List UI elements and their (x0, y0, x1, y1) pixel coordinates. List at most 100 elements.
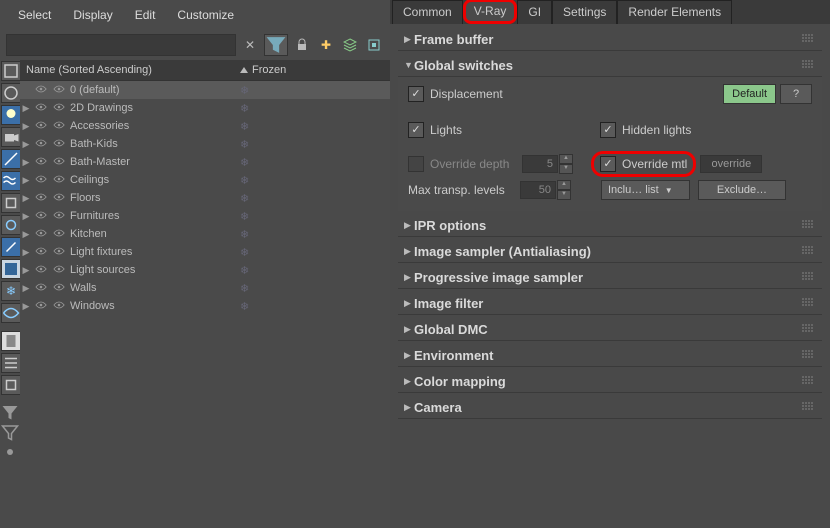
override-depth-checkbox[interactable] (408, 156, 424, 172)
side-icon-dot[interactable] (1, 443, 19, 461)
tab-render-elements[interactable]: Render Elements (617, 0, 732, 24)
visibility-icon[interactable] (32, 156, 50, 168)
exclude-button[interactable]: Exclude… (698, 180, 786, 200)
rollout-environment[interactable]: ▶Environment (398, 344, 822, 367)
frozen-cell[interactable]: ❄ (190, 210, 390, 223)
layer-row[interactable]: ▶Walls❄ (20, 279, 390, 297)
layer-row[interactable]: ▶Floors❄ (20, 189, 390, 207)
visibility-icon-2[interactable] (50, 246, 68, 258)
expand-icon[interactable]: ▶ (20, 139, 32, 150)
visibility-icon-2[interactable] (50, 192, 68, 204)
frozen-cell[interactable]: ❄ (190, 228, 390, 241)
frozen-cell[interactable]: ❄ (190, 282, 390, 295)
visibility-icon[interactable] (32, 210, 50, 222)
frozen-cell[interactable]: ❄ (190, 102, 390, 115)
side-icon-ruler[interactable] (1, 149, 21, 169)
visibility-icon[interactable] (32, 228, 50, 240)
visibility-icon[interactable] (32, 300, 50, 312)
rollout-progressive[interactable]: ▶Progressive image sampler (398, 266, 822, 289)
rollout-global-dmc[interactable]: ▶Global DMC (398, 318, 822, 341)
rollout-image-sampler[interactable]: ▶Image sampler (Antialiasing) (398, 240, 822, 263)
menu-customize[interactable]: Customize (167, 6, 244, 24)
expand-icon[interactable] (364, 35, 384, 55)
tab-vray[interactable]: V-Ray (463, 0, 518, 24)
rollout-camera[interactable]: ▶Camera (398, 396, 822, 419)
expand-icon[interactable]: ▶ (20, 229, 32, 240)
max-transp-spinner[interactable]: 50▲▼ (520, 180, 571, 200)
rollout-global-switches[interactable]: ▼Global switches (398, 54, 822, 77)
layer-row[interactable]: ▶Light fixtures❄ (20, 243, 390, 261)
frozen-cell[interactable]: ❄ (190, 156, 390, 169)
visibility-icon[interactable] (32, 138, 50, 150)
tab-common[interactable]: Common (392, 0, 463, 24)
tab-gi[interactable]: GI (517, 0, 552, 24)
default-button[interactable]: Default (723, 84, 776, 104)
layer-row[interactable]: ▶Ceilings❄ (20, 171, 390, 189)
visibility-icon-2[interactable] (50, 282, 68, 294)
frozen-cell[interactable]: ❄ (190, 192, 390, 205)
displacement-checkbox[interactable] (408, 86, 424, 102)
rollout-image-filter[interactable]: ▶Image filter (398, 292, 822, 315)
expand-icon[interactable]: ▶ (20, 157, 32, 168)
side-icon-freeze[interactable]: ❄ (1, 281, 21, 301)
layer-row[interactable]: 0 (default)❄ (20, 81, 390, 99)
visibility-icon-2[interactable] (50, 228, 68, 240)
visibility-icon-2[interactable] (50, 156, 68, 168)
expand-icon[interactable]: ▶ (20, 103, 32, 114)
help-button[interactable]: ? (780, 84, 812, 104)
frozen-cell[interactable]: ❄ (190, 246, 390, 259)
layer-header[interactable]: Name (Sorted Ascending) Frozen (20, 60, 390, 81)
side-icon-eye[interactable] (1, 303, 21, 323)
expand-icon[interactable]: ▶ (20, 247, 32, 258)
expand-icon[interactable]: ▶ (20, 265, 32, 276)
hidden-lights-checkbox[interactable] (600, 122, 616, 138)
rollout-color-mapping[interactable]: ▶Color mapping (398, 370, 822, 393)
override-mtl-checkbox[interactable] (600, 156, 616, 172)
side-icon-camera[interactable] (1, 127, 21, 147)
side-icon-box[interactable] (1, 375, 21, 395)
layer-row[interactable]: ▶Bath-Master❄ (20, 153, 390, 171)
frozen-cell[interactable]: ❄ (190, 120, 390, 133)
expand-icon[interactable]: ▶ (20, 193, 32, 204)
side-icon-10[interactable] (1, 259, 21, 279)
visibility-icon[interactable] (32, 102, 50, 114)
include-list-dropdown[interactable]: Inclu… list▼ (601, 180, 690, 200)
layer-row[interactable]: ▶Accessories❄ (20, 117, 390, 135)
layer-row[interactable]: ▶Windows❄ (20, 297, 390, 315)
menu-display[interactable]: Display (63, 6, 122, 24)
expand-icon[interactable]: ▶ (20, 121, 32, 132)
expand-icon[interactable]: ▶ (20, 175, 32, 186)
layer-row[interactable]: ▶Light sources❄ (20, 261, 390, 279)
rollout-ipr[interactable]: ▶IPR options (398, 214, 822, 237)
expand-icon[interactable]: ▶ (20, 211, 32, 222)
lock-icon[interactable] (292, 35, 312, 55)
visibility-icon[interactable] (32, 120, 50, 132)
menu-select[interactable]: Select (8, 6, 61, 24)
layer-row[interactable]: ▶2D Drawings❄ (20, 99, 390, 117)
frozen-cell[interactable]: ❄ (190, 300, 390, 313)
visibility-icon-2[interactable] (50, 300, 68, 312)
clear-search-icon[interactable]: ✕ (240, 35, 260, 55)
frozen-cell[interactable]: ❄ (190, 174, 390, 187)
side-icon-7[interactable] (1, 193, 21, 213)
side-icon-waves[interactable] (1, 171, 21, 191)
side-icon-2[interactable] (1, 83, 21, 103)
side-icon-list[interactable] (1, 353, 21, 373)
visibility-icon[interactable] (32, 264, 50, 276)
expand-icon[interactable]: ▶ (20, 301, 32, 312)
add-icon[interactable]: ✚ (316, 35, 336, 55)
visibility-icon[interactable] (32, 174, 50, 186)
frozen-cell[interactable]: ❄ (190, 138, 390, 151)
side-icon-funnel2[interactable] (1, 423, 19, 441)
rollout-frame-buffer[interactable]: ▶Frame buffer (398, 28, 822, 51)
layer-row[interactable]: ▶Furnitures❄ (20, 207, 390, 225)
visibility-icon-2[interactable] (50, 210, 68, 222)
side-icon-1[interactable] (1, 61, 21, 81)
frozen-cell[interactable]: ❄ (190, 84, 390, 97)
visibility-icon[interactable] (32, 282, 50, 294)
lights-checkbox[interactable] (408, 122, 424, 138)
visibility-icon[interactable] (32, 84, 50, 96)
side-icon-light[interactable] (1, 105, 21, 125)
side-icon-doc[interactable] (1, 331, 21, 351)
side-icon-funnel1[interactable] (1, 403, 19, 421)
